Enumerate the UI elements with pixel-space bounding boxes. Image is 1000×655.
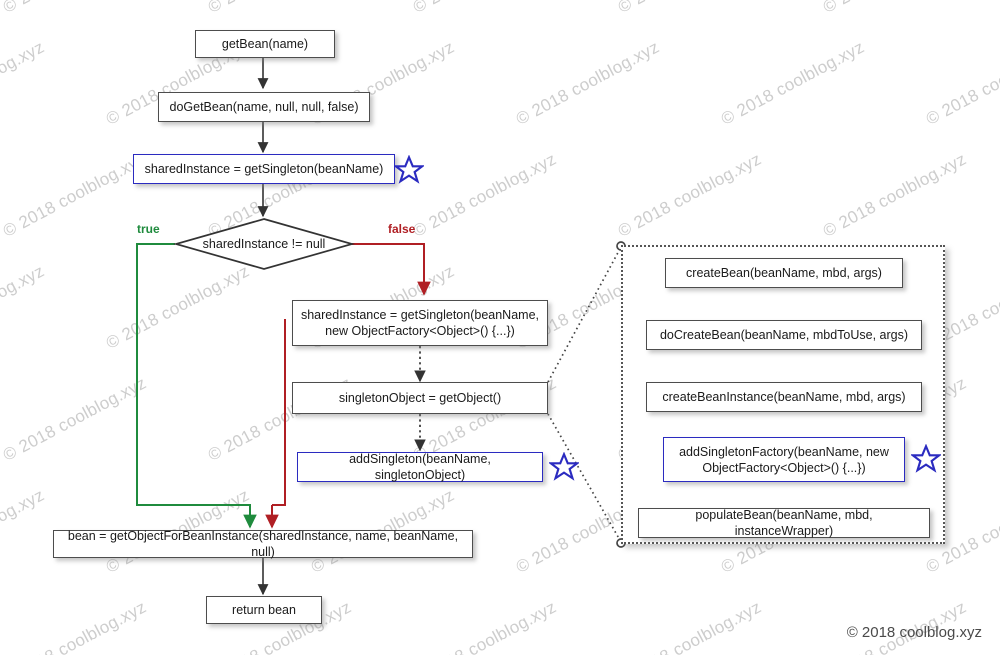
- node-label: singletonObject = getObject(): [338, 391, 502, 405]
- watermark-text: © 2018 coolblog.xyz: [410, 0, 560, 18]
- node-label-line-2: new ObjectFactory<Object>() {...}): [325, 324, 515, 338]
- node-label: sharedInstance = getSingleton(beanName, …: [299, 307, 541, 339]
- copyright-notice: © 2018 coolblog.xyz: [846, 624, 982, 641]
- edge-false-continue: [272, 319, 286, 506]
- watermark-text: © 2018 coolblog.xyz: [615, 597, 765, 655]
- star-icon: [547, 451, 581, 482]
- node-bean-assign[interactable]: bean = getObjectForBeanInstance(sharedIn…: [53, 529, 473, 559]
- callout-line-top: [547, 246, 622, 383]
- watermark-text: © 2018 coolblog.xyz: [512, 37, 662, 129]
- watermark-text: © 2018 coolblog.xyz: [102, 261, 252, 353]
- watermark-text: © 2018 coolblog.xyz: [922, 37, 1000, 129]
- node-decision-shared-instance-not-null[interactable]: sharedInstance != null: [172, 218, 356, 270]
- watermark-text: © 2018 coolblog.xyz: [717, 37, 867, 129]
- branch-label-true: true: [137, 222, 160, 236]
- node-add-singleton-factory[interactable]: addSingletonFactory(beanName, new Object…: [663, 437, 905, 482]
- node-label: getBean(name): [221, 37, 309, 51]
- node-shared-instance-factory[interactable]: sharedInstance = getSingleton(beanName, …: [292, 300, 548, 346]
- node-do-create-bean[interactable]: doCreateBean(beanName, mbdToUse, args): [646, 320, 922, 350]
- node-return-bean[interactable]: return bean: [206, 596, 322, 624]
- node-add-singleton[interactable]: addSingleton(beanName, singletonObject): [297, 452, 543, 482]
- watermark-text: © 2018 coolblog.xyz: [410, 597, 560, 655]
- star-icon-glyph: [909, 443, 943, 473]
- node-create-bean-instance[interactable]: createBeanInstance(beanName, mbd, args): [646, 382, 922, 412]
- branch-label-false: false: [388, 222, 416, 236]
- node-label-line-2: ObjectFactory<Object>() {...}): [702, 460, 866, 475]
- watermark-text: © 2018 coolblog.xyz: [820, 149, 970, 241]
- node-label: doGetBean(name, null, null, false): [169, 100, 359, 114]
- watermark-text: © 2018 coolblog.xyz: [410, 149, 560, 241]
- node-shared-instance-getsingleton[interactable]: sharedInstance = getSingleton(beanName): [133, 154, 395, 184]
- node-label: doCreateBean(beanName, mbdToUse, args): [659, 328, 909, 342]
- watermark-text: © 2018 coolblog.xyz: [0, 37, 47, 128]
- node-do-get-bean[interactable]: doGetBean(name, null, null, false): [158, 92, 370, 122]
- node-label: createBeanInstance(beanName, mbd, args): [662, 390, 906, 404]
- watermark-text: © 2018 coolblog.xyz: [0, 261, 47, 352]
- star-icon: [392, 154, 426, 185]
- star-icon-glyph: [547, 451, 581, 481]
- flowchart-canvas: © 2018 coolblog.xyz © 2018 coolblog.xyz © …: [0, 0, 1000, 655]
- watermark-text: © 2018 coolblog.xyz: [0, 149, 150, 241]
- node-label-line-1: addSingletonFactory(beanName, new: [679, 444, 889, 459]
- node-singleton-object-getobject[interactable]: singletonObject = getObject(): [292, 382, 548, 414]
- edge-false-branch: [352, 243, 431, 296]
- watermark-text: © 2018 coolblog.xyz: [820, 0, 970, 18]
- node-populate-bean[interactable]: populateBean(beanName, mbd, instanceWrap…: [638, 508, 930, 538]
- watermark-text: © 2018 coolblog.xyz: [0, 597, 150, 655]
- node-label: bean = getObjectForBeanInstance(sharedIn…: [67, 529, 459, 559]
- watermark-text: © 2018 coolblog.xyz: [615, 149, 765, 241]
- node-label: addSingletonFactory(beanName, new Object…: [670, 444, 898, 476]
- star-icon-glyph: [392, 154, 426, 184]
- watermark-text: © 2018 coolblog.xyz: [615, 0, 765, 18]
- star-icon: [909, 443, 943, 474]
- watermark-text: © 2018 coolblog.xyz: [0, 485, 47, 576]
- node-label: createBean(beanName, mbd, args): [686, 266, 882, 280]
- node-get-bean[interactable]: getBean(name): [195, 30, 335, 58]
- diamond-shape: [172, 218, 356, 270]
- node-label: return bean: [232, 603, 296, 617]
- node-label: addSingleton(beanName, singletonObject): [349, 452, 491, 482]
- edge-true-branch: [136, 243, 257, 529]
- node-label-line-1: sharedInstance = getSingleton(beanName,: [300, 308, 539, 322]
- watermark-text: © 2018 coolblog.xyz: [0, 373, 150, 465]
- watermark-text: © 2018 coolblog.xyz: [205, 0, 355, 18]
- watermark-text: © 2018 coolblog.xyz: [0, 0, 150, 18]
- node-create-bean[interactable]: createBean(beanName, mbd, args): [665, 258, 903, 288]
- node-label: sharedInstance = getSingleton(beanName): [144, 162, 384, 176]
- node-label: populateBean(beanName, mbd, instanceWrap…: [695, 508, 873, 538]
